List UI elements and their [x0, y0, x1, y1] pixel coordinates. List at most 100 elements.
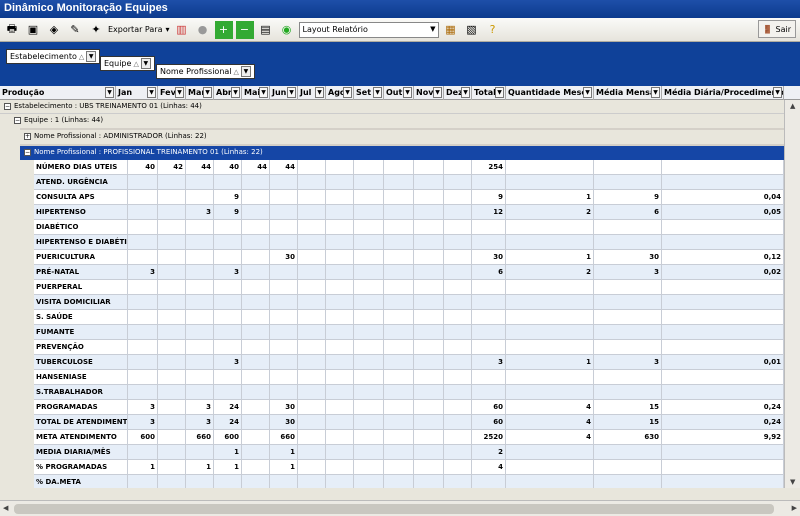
chevron-down-icon[interactable]: ▼ [495, 87, 504, 98]
column-header[interactable]: Quantidade Meses ▼ [506, 86, 594, 100]
chevron-down-icon[interactable]: ▼ [203, 87, 212, 98]
group-chip-estabelecimento[interactable]: Estabelecimento △ ▼ [6, 49, 101, 64]
table-row[interactable]: % PROGRAMADAS 1 1 1 1 4 [34, 460, 784, 475]
collapse-icon[interactable]: − [4, 102, 11, 110]
exit-button[interactable]: 🚪 Sair [757, 20, 796, 38]
layout-select[interactable]: Layout Relatório ▼ [298, 21, 439, 38]
column-header[interactable]: Produção ▼ [0, 86, 116, 100]
scroll-right-icon[interactable]: ▶ [792, 504, 797, 512]
vertical-scrollbar[interactable]: ▲ ▼ [784, 100, 800, 488]
column-header[interactable]: Jan ▼ [116, 86, 158, 100]
table-row[interactable]: S. SAÚDE [34, 310, 784, 325]
expand-icon[interactable]: + [24, 132, 31, 140]
export-menu[interactable]: Exportar Para [108, 25, 162, 34]
chevron-down-icon[interactable]: ▼ [175, 87, 184, 98]
chevron-down-icon[interactable]: ▼ [287, 87, 296, 98]
table-row[interactable]: VISITA DOMICILIAR [34, 295, 784, 310]
preview-icon[interactable]: ▣ [24, 21, 42, 39]
group-row-profissional-treinamento[interactable]: − Nome Profissional : PROFISSIONAL TREINA… [20, 146, 784, 160]
chevron-down-icon[interactable]: ▼ [403, 87, 412, 98]
horizontal-scrollbar[interactable]: ◀ ▶ [0, 500, 800, 516]
column-header[interactable]: Ago ▼ [326, 86, 354, 100]
column-header[interactable]: Média Mensal ▼ [594, 86, 662, 100]
scroll-thumb[interactable] [14, 504, 774, 514]
chevron-down-icon[interactable]: ▼ [343, 87, 352, 98]
chevron-down-icon[interactable]: ▼ [140, 58, 151, 69]
column-header[interactable]: Total ▼ [472, 86, 506, 100]
table-row[interactable]: PUERICULTURA 30 30 1 30 0,12 [34, 250, 784, 265]
table-row[interactable]: HIPERTENSO 3 9 12 2 6 0,05 [34, 205, 784, 220]
chevron-down-icon[interactable]: ▼ [105, 87, 114, 98]
column-header[interactable]: Set ▼ [354, 86, 384, 100]
table-row[interactable]: S.TRABALHADOR [34, 385, 784, 400]
chevron-down-icon[interactable]: ▼ [373, 87, 382, 98]
group-row-estabelecimento[interactable]: − Estabelecimento : UBS TREINAMENTO 01 (L… [0, 100, 800, 114]
table-row[interactable]: CONSULTA APS 9 9 1 9 0,04 [34, 190, 784, 205]
table-row[interactable]: TUBERCULOSE 3 3 1 3 0,01 [34, 355, 784, 370]
column-header[interactable]: Mar ▼ [186, 86, 214, 100]
layout-icon[interactable]: ▤ [257, 21, 275, 39]
scroll-down-icon[interactable]: ▼ [790, 478, 795, 486]
chevron-down-icon[interactable]: ▼ [259, 87, 268, 98]
table-row[interactable]: PRÉ-NATAL 3 3 6 2 3 0,02 [34, 265, 784, 280]
collapse-icon[interactable]: − [24, 148, 31, 156]
chevron-down-icon[interactable]: ▼ [240, 66, 251, 77]
eraser-icon[interactable]: ◈ [45, 21, 63, 39]
print-icon[interactable]: 🖶 [3, 21, 21, 39]
column-header[interactable]: Dez ▼ [444, 86, 472, 100]
chevron-down-icon[interactable]: ▼ [315, 87, 324, 98]
table-row[interactable]: META ATENDIMENTO 600 660 600 660 2520 4 630 9,92 [34, 430, 784, 445]
delete-layout-icon[interactable]: ▧ [463, 21, 481, 39]
back-icon[interactable]: ◉ [278, 21, 296, 39]
column-header[interactable]: Abr ▼ [214, 86, 242, 100]
chevron-down-icon[interactable]: ▼ [461, 87, 470, 98]
table-cell [354, 400, 384, 415]
wand-icon[interactable]: ✦ [87, 21, 105, 39]
collapse-all-icon[interactable]: − [235, 20, 254, 39]
group-chip-equipe[interactable]: Equipe △ ▼ [100, 56, 155, 71]
edit-icon[interactable]: ✎ [66, 21, 84, 39]
chart-icon[interactable]: ▥ [173, 21, 191, 39]
table-cell [158, 445, 186, 460]
table-row[interactable]: HIPERTENSO E DIABÉTICO [34, 235, 784, 250]
group-row-equipe[interactable]: − Equipe : 1 (Linhas: 44) [10, 114, 800, 128]
table-row[interactable]: FUMANTE [34, 325, 784, 340]
group-chip-nome-profissional[interactable]: Nome Profissional △ ▼ [156, 64, 255, 79]
chevron-down-icon[interactable]: ▼ [651, 87, 660, 98]
table-cell [128, 235, 158, 250]
chevron-down-icon[interactable]: ▼ [86, 51, 97, 62]
chevron-down-icon[interactable]: ▼ [433, 87, 442, 98]
table-row[interactable]: PROGRAMADAS 3 3 24 30 60 4 15 0,24 [34, 400, 784, 415]
table-row[interactable]: PREVENÇÃO [34, 340, 784, 355]
table-row[interactable]: NÚMERO DIAS UTEIS 40 42 44 40 44 44 254 [34, 160, 784, 175]
column-header[interactable]: Jun ▼ [270, 86, 298, 100]
table-row[interactable]: TOTAL DE ATENDIMENTO 3 3 24 30 60 4 15 0,24 [34, 415, 784, 430]
column-header[interactable]: Média Diária/Procedimento ▼ [662, 86, 784, 100]
table-row[interactable]: % DA.META [34, 475, 784, 488]
table-cell [186, 280, 214, 295]
table-row[interactable]: ATEND. URGÊNCIA [34, 175, 784, 190]
group-row-profissional-admin[interactable]: + Nome Profissional : ADMINISTRADOR (Linh… [20, 130, 784, 144]
help-icon[interactable]: ? [484, 21, 502, 39]
table-row[interactable]: PUERPERAL [34, 280, 784, 295]
table-cell [242, 220, 270, 235]
chevron-down-icon[interactable]: ▼ [773, 87, 782, 98]
table-row[interactable]: DIABÉTICO [34, 220, 784, 235]
export-dropdown-icon[interactable]: ▾ [165, 25, 169, 34]
column-header[interactable]: Jul ▼ [298, 86, 326, 100]
table-row[interactable]: HANSENIASE [34, 370, 784, 385]
save-layout-icon[interactable]: ▦ [442, 21, 460, 39]
chevron-down-icon[interactable]: ▼ [147, 87, 156, 98]
collapse-icon[interactable]: − [14, 116, 21, 124]
column-header[interactable]: Fev ▼ [158, 86, 186, 100]
column-header[interactable]: Out ▼ [384, 86, 414, 100]
scroll-up-icon[interactable]: ▲ [790, 102, 795, 110]
table-row[interactable]: MEDIA DIARIA/MÊS 1 1 2 [34, 445, 784, 460]
column-header[interactable]: Nov ▼ [414, 86, 444, 100]
circle-icon[interactable]: ● [194, 21, 212, 39]
expand-all-icon[interactable]: + [214, 20, 233, 39]
scroll-left-icon[interactable]: ◀ [3, 504, 8, 512]
chevron-down-icon[interactable]: ▼ [231, 87, 240, 98]
chevron-down-icon[interactable]: ▼ [583, 87, 592, 98]
column-header[interactable]: Mai ▼ [242, 86, 270, 100]
